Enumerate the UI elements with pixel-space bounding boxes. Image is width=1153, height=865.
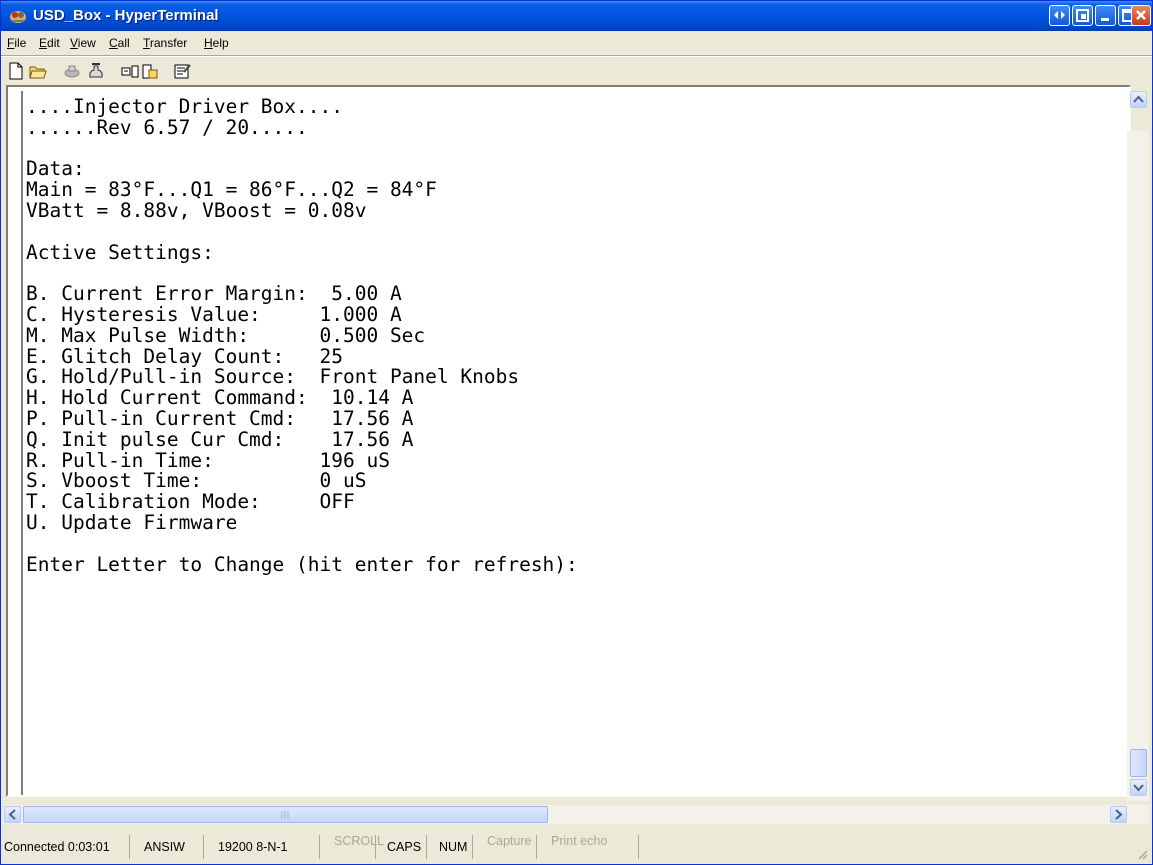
receive-icon[interactable] [141, 62, 159, 80]
terminal-line: VBatt = 8.88v, VBoost = 0.08v [26, 198, 367, 222]
terminal-line: P. Pull-in Current Cmd: 17.56 A [26, 406, 414, 430]
status-caps: CAPS [376, 835, 427, 859]
hyperterminal-window: USD_Box - HyperTerminal File Edit View C… [0, 0, 1153, 865]
resize-grip-icon[interactable] [1136, 848, 1148, 860]
window-title: USD_Box - HyperTerminal [33, 7, 219, 24]
status-port-settings: 19200 8-N-1 [204, 835, 320, 859]
terminal-line: G. Hold/Pull-in Source: Front Panel Knob… [26, 365, 520, 389]
status-bar: Connected 0:03:01 ANSIW 19200 8-N-1 SCRO… [1, 830, 1152, 864]
open-icon[interactable] [29, 62, 47, 80]
horizontal-scrollbar[interactable] [3, 805, 1149, 824]
arrows-icon [1054, 11, 1065, 19]
status-print-echo: Print echo [537, 835, 639, 859]
terminal-line: S. Vboost Time: 0 uS [26, 469, 367, 493]
menu-edit[interactable]: Edit [39, 36, 60, 50]
horizontal-scroll-thumb[interactable] [23, 806, 548, 823]
status-connected: Connected 0:03:01 [1, 835, 130, 859]
status-capture: Capture [473, 835, 537, 859]
terminal-line: Main = 83°F...Q1 = 86°F...Q2 = 84°F [26, 178, 437, 202]
terminal-area[interactable]: ....Injector Driver Box.... ......Rev 6.5… [6, 85, 1131, 797]
terminal-line: R. Pull-in Time: 196 uS [26, 448, 390, 472]
scroll-up-button[interactable] [1130, 91, 1147, 108]
close-button[interactable] [1131, 5, 1151, 26]
status-emulation: ANSIW [130, 835, 204, 859]
chevron-up-icon [1133, 95, 1144, 103]
status-scroll: SCROLL [320, 835, 384, 859]
hyperterminal-app-icon[interactable] [9, 8, 27, 24]
terminal-line: ....Injector Driver Box.... [26, 95, 343, 118]
title-bar[interactable]: USD_Box - HyperTerminal [1, 1, 1152, 31]
terminal-line: E. Glitch Delay Count: 25 [26, 344, 343, 368]
menu-transfer[interactable]: Transfer [143, 36, 187, 50]
terminal-line: T. Calibration Mode: OFF [26, 490, 355, 514]
new-icon[interactable] [7, 62, 25, 80]
disconnect-icon[interactable] [63, 62, 81, 80]
menu-call[interactable]: Call [109, 36, 130, 50]
terminal-line: Active Settings: [26, 240, 214, 264]
chevron-right-icon [1115, 809, 1123, 820]
grip-icon [281, 811, 289, 819]
menu-view[interactable]: View [70, 36, 96, 50]
vertical-scrollbar[interactable] [1127, 91, 1149, 801]
minimize-icon [1101, 18, 1109, 21]
terminal-screen[interactable]: ....Injector Driver Box.... ......Rev 6.5… [21, 91, 1129, 795]
menu-file[interactable]: File [7, 36, 26, 50]
connect-icon[interactable] [87, 62, 105, 80]
scroll-right-button[interactable] [1110, 806, 1127, 823]
status-num: NUM [427, 835, 473, 859]
terminal-line: Enter Letter to Change (hit enter for re… [26, 552, 578, 576]
terminal-line: M. Max Pulse Width: 0.500 Sec [26, 323, 426, 347]
scroll-down-button[interactable] [1130, 779, 1147, 796]
minimize-button[interactable] [1095, 5, 1116, 26]
terminal-line: U. Update Firmware [26, 510, 238, 534]
terminal-output: ....Injector Driver Box.... ......Rev 6.5… [26, 95, 578, 576]
menu-help[interactable]: Help [204, 36, 229, 50]
close-icon [1136, 10, 1146, 20]
roll-up-button[interactable] [1072, 5, 1093, 26]
properties-icon[interactable] [174, 62, 192, 80]
send-icon[interactable] [121, 62, 139, 80]
rollup-icon [1076, 9, 1089, 22]
terminal-line: H. Hold Current Command: 10.14 A [26, 386, 414, 410]
vertical-scroll-thumb[interactable] [1130, 749, 1147, 777]
terminal-line: ......Rev 6.57 / 20..... [26, 115, 308, 139]
scroll-left-button[interactable] [4, 806, 21, 823]
toolbar [1, 57, 1152, 85]
menu-bar: File Edit View Call Transfer Help [1, 31, 1152, 55]
terminal-line: B. Current Error Margin: 5.00 A [26, 282, 402, 306]
chevron-down-icon [1133, 784, 1144, 792]
terminal-line: Data: [26, 157, 85, 181]
chevron-left-icon [8, 809, 16, 820]
terminal-line: C. Hysteresis Value: 1.000 A [26, 302, 402, 326]
transparency-button[interactable] [1049, 5, 1070, 26]
terminal-line: Q. Init pulse Cur Cmd: 17.56 A [26, 427, 414, 451]
